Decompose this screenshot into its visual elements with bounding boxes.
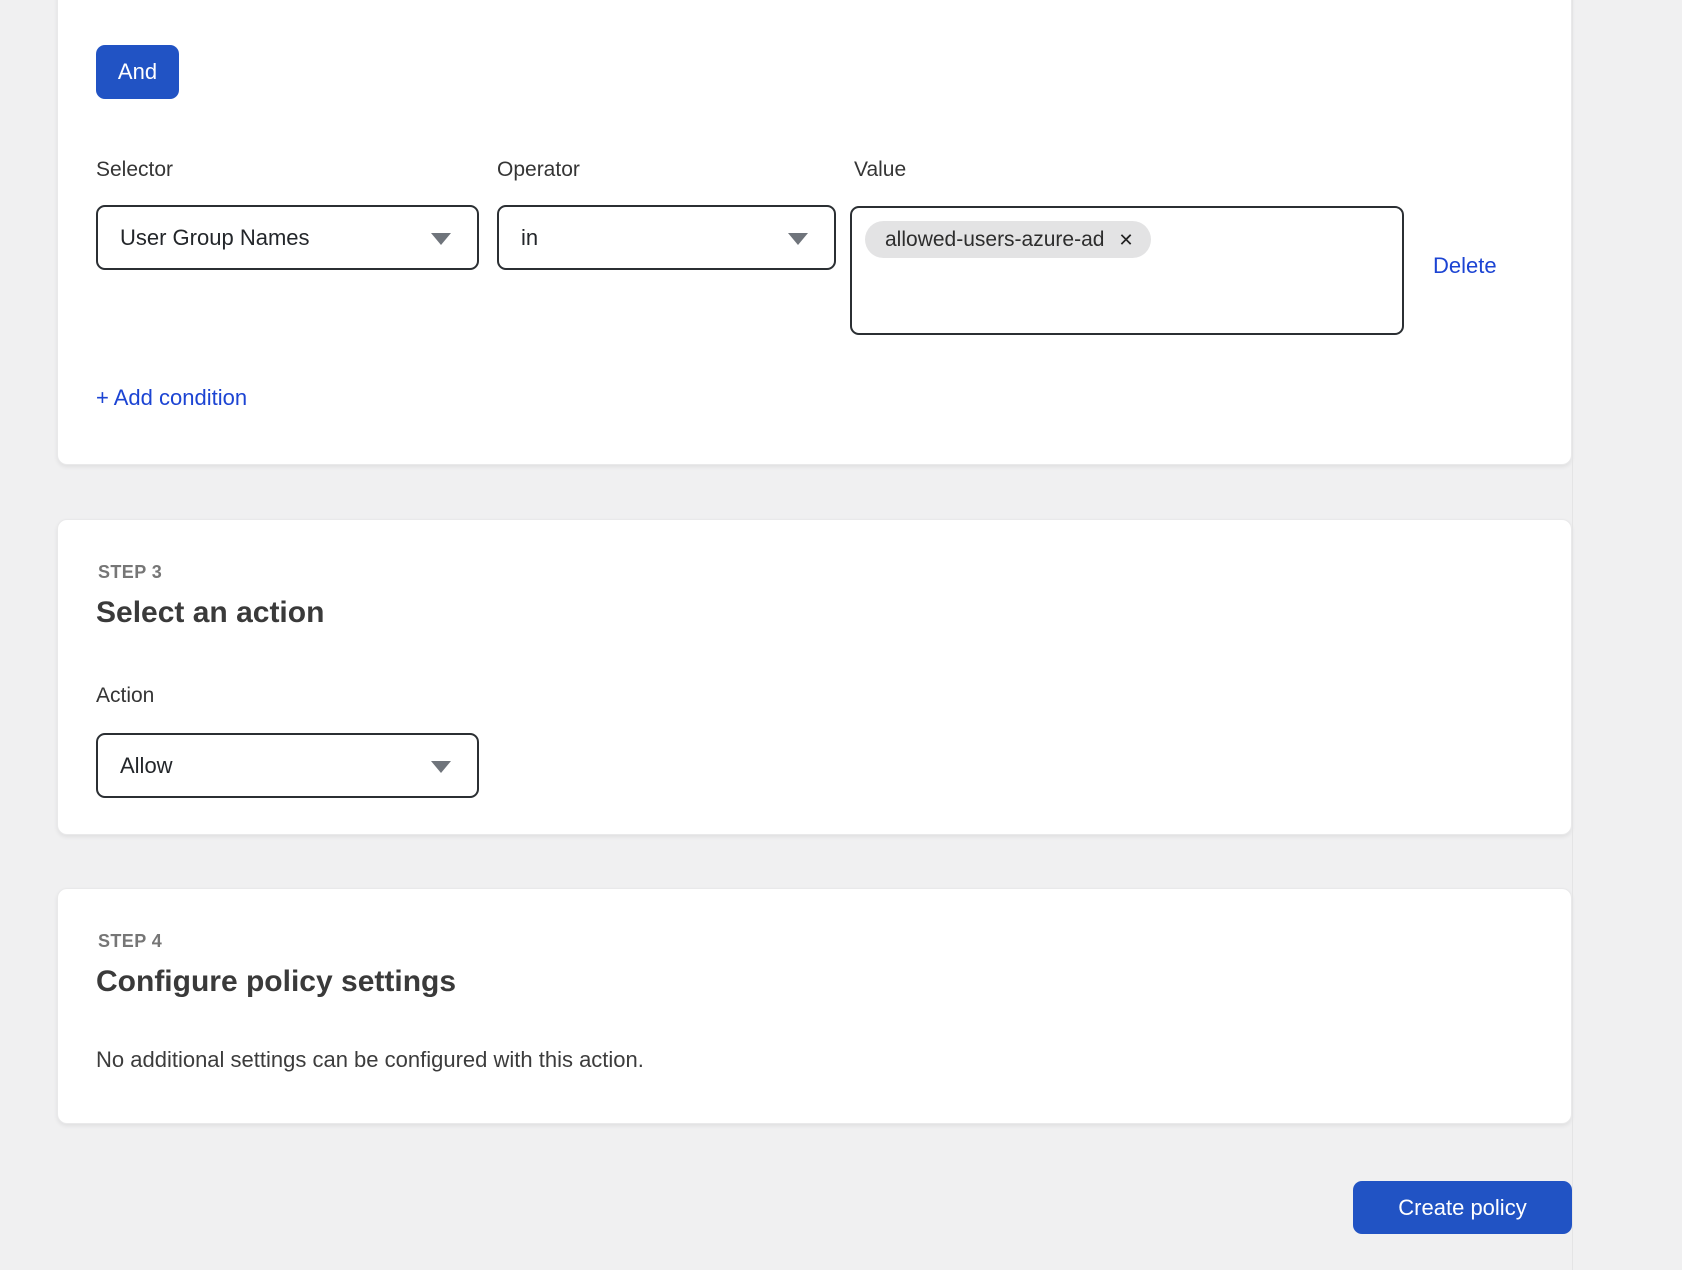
step3-card: STEP 3 Select an action Action Allow <box>57 519 1572 835</box>
step4-description: No additional settings can be configured… <box>96 1047 644 1073</box>
add-condition-link[interactable]: + Add condition <box>96 385 247 411</box>
chevron-down-icon <box>431 761 451 773</box>
value-multiselect-input[interactable]: allowed-users-azure-ad ✕ <box>850 206 1404 335</box>
content-right-edge <box>1572 0 1573 1270</box>
operator-field-label: Operator <box>497 158 580 182</box>
operator-dropdown-value: in <box>521 225 538 250</box>
step4-title: Configure policy settings <box>96 965 456 999</box>
value-tag: allowed-users-azure-ad ✕ <box>865 221 1151 258</box>
step4-card: STEP 4 Configure policy settings No addi… <box>57 888 1572 1124</box>
remove-tag-icon[interactable]: ✕ <box>1118 231 1133 249</box>
create-policy-button[interactable]: Create policy <box>1353 1181 1572 1234</box>
selector-dropdown[interactable]: User Group Names <box>96 205 479 270</box>
chevron-down-icon <box>788 233 808 245</box>
action-field-label: Action <box>96 684 154 708</box>
action-dropdown[interactable]: Allow <box>96 733 479 798</box>
condition-card: And Selector Operator Value User Group N… <box>57 0 1572 465</box>
operator-dropdown[interactable]: in <box>497 205 836 270</box>
policy-builder-page: And Selector Operator Value User Group N… <box>0 0 1682 1270</box>
action-dropdown-value: Allow <box>120 753 173 778</box>
value-tag-text: allowed-users-azure-ad <box>885 228 1104 252</box>
step4-step-label: STEP 4 <box>98 931 162 952</box>
value-field-label: Value <box>854 158 906 182</box>
delete-condition-link[interactable]: Delete <box>1433 253 1497 279</box>
selector-field-label: Selector <box>96 158 173 182</box>
and-connector-button[interactable]: And <box>96 45 179 99</box>
step3-title: Select an action <box>96 596 324 630</box>
step3-step-label: STEP 3 <box>98 562 162 583</box>
chevron-down-icon <box>431 233 451 245</box>
selector-dropdown-value: User Group Names <box>120 225 310 250</box>
